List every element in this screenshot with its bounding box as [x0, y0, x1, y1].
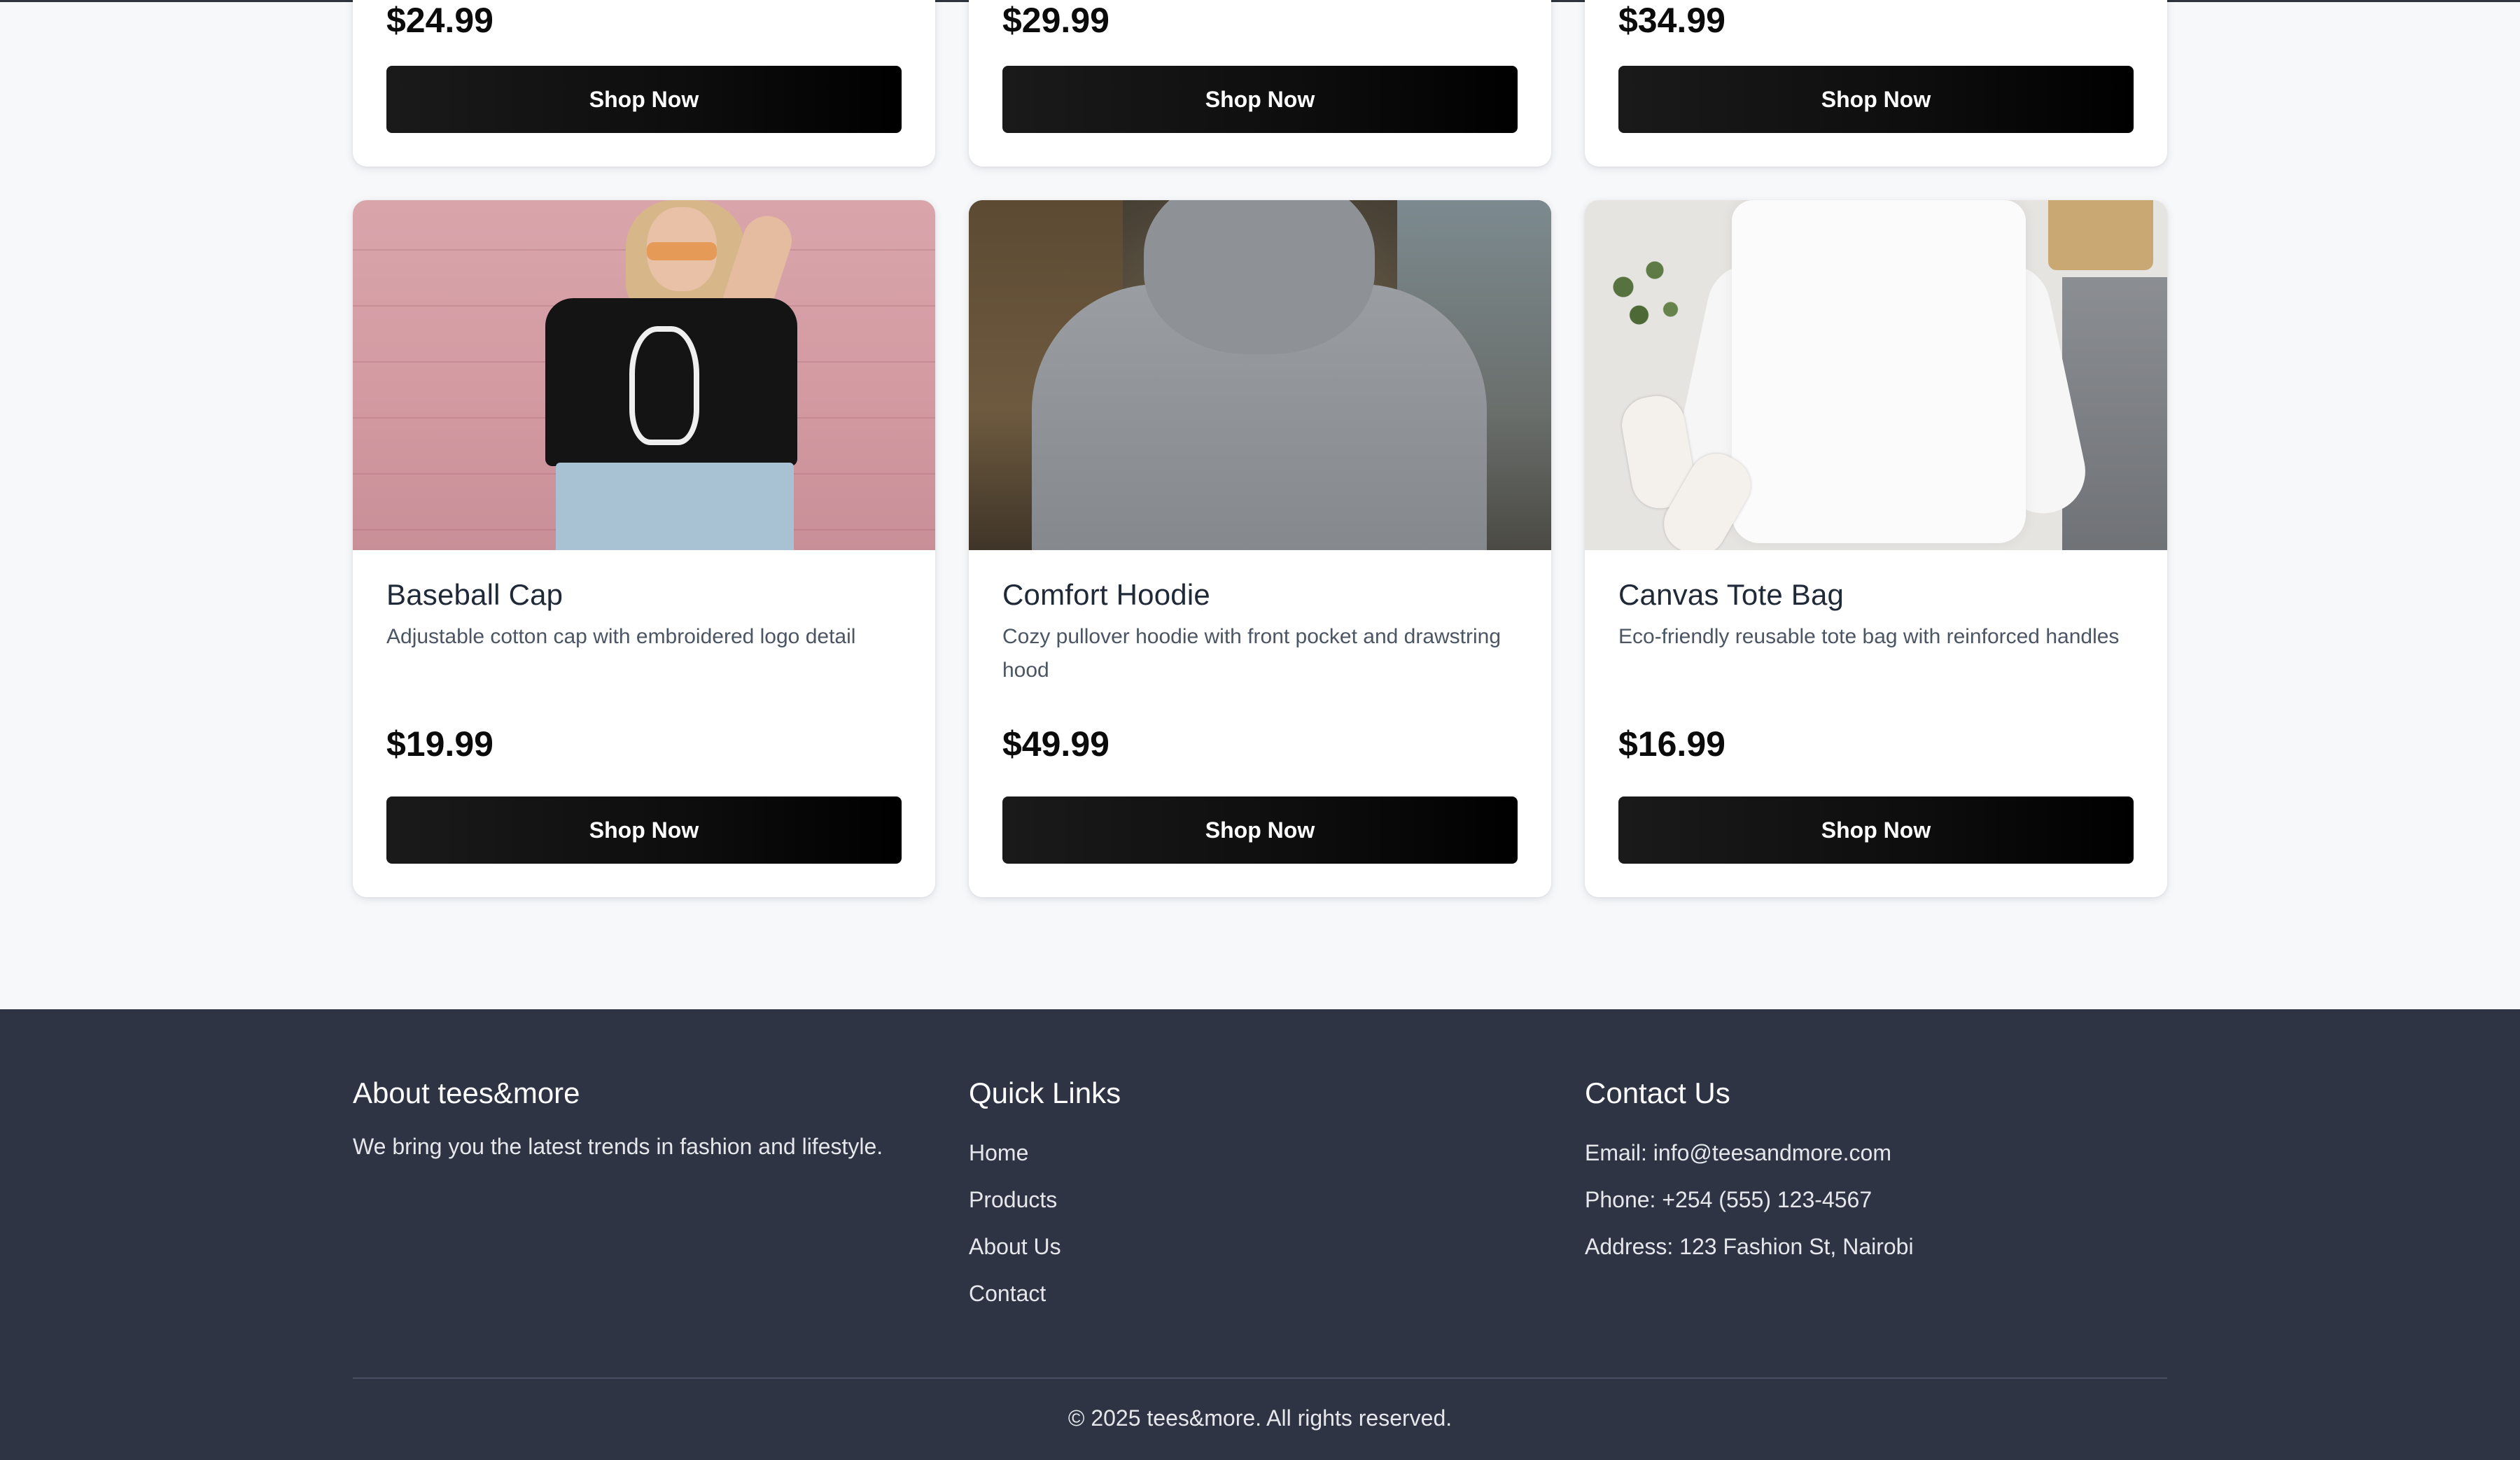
product-card-baseball-cap: Baseball Cap Adjustable cotton cap with … — [353, 200, 935, 897]
product-image[interactable] — [1585, 200, 2167, 550]
product-image[interactable] — [353, 200, 935, 550]
footer-contact-address: Address: 123 Fashion St, Nairobi — [1585, 1234, 1914, 1259]
product-price: $16.99 — [1618, 724, 1726, 764]
product-price: $19.99 — [386, 724, 493, 764]
shop-now-button[interactable]: Shop Now — [1002, 796, 1518, 864]
page: $24.99 Shop Now $29.99 Shop Now $34.99 S… — [0, 0, 2520, 1460]
footer-links-list: Home Products About Us Contact — [969, 1130, 1543, 1317]
product-price: $34.99 — [1618, 1, 1726, 40]
footer-about-heading: About tees&more — [353, 1076, 580, 1109]
product-price: $24.99 — [386, 1, 493, 40]
product-card: $24.99 Shop Now — [353, 0, 935, 167]
footer-link-products[interactable]: Products — [969, 1187, 1057, 1212]
footer-contact-list: Email: info@teesandmore.com Phone: +254 … — [1585, 1130, 2159, 1270]
footer-about-text: We bring you the latest trends in fashio… — [353, 1134, 883, 1159]
site-footer: About tees&more We bring you the latest … — [0, 1009, 2520, 1460]
product-name: Baseball Cap — [386, 578, 564, 611]
footer-link-home[interactable]: Home — [969, 1140, 1028, 1165]
product-card: $29.99 Shop Now — [969, 0, 1551, 167]
product-description: Adjustable cotton cap with embroidered l… — [386, 625, 856, 648]
footer-divider — [353, 1377, 2167, 1379]
footer-contact: Contact Us Email: info@teesandmore.com P… — [1585, 1076, 2159, 1270]
copyright-text: © 2025 tees&more. All rights reserved. — [1068, 1405, 1452, 1431]
product-description: Eco-friendly reusable tote bag with rein… — [1618, 625, 2120, 648]
footer-link-about-us[interactable]: About Us — [969, 1234, 1061, 1259]
product-name: Canvas Tote Bag — [1618, 578, 1844, 611]
footer-contact-heading: Contact Us — [1585, 1076, 1730, 1109]
product-name: Comfort Hoodie — [1002, 578, 1210, 611]
footer-link-contact[interactable]: Contact — [969, 1281, 1046, 1306]
product-card-comfort-hoodie: Comfort Hoodie Cozy pullover hoodie with… — [969, 200, 1551, 897]
product-image[interactable] — [969, 200, 1551, 550]
footer-contact-phone: Phone: +254 (555) 123-4567 — [1585, 1187, 1872, 1212]
footer-about: About tees&more We bring you the latest … — [353, 1076, 927, 1163]
footer-contact-email: Email: info@teesandmore.com — [1585, 1140, 1891, 1165]
product-price: $29.99 — [1002, 1, 1110, 40]
shop-now-button[interactable]: Shop Now — [1618, 66, 2134, 133]
product-description: Cozy pullover hoodie with front pocket a… — [1002, 625, 1502, 682]
shop-now-button[interactable]: Shop Now — [386, 66, 902, 133]
footer-quick-links-heading: Quick Links — [969, 1076, 1121, 1109]
shop-now-button[interactable]: Shop Now — [386, 796, 902, 864]
footer-quick-links: Quick Links Home Products About Us Conta… — [969, 1076, 1543, 1317]
product-price: $49.99 — [1002, 724, 1110, 764]
shop-now-button[interactable]: Shop Now — [1002, 66, 1518, 133]
shop-now-button[interactable]: Shop Now — [1618, 796, 2134, 864]
product-card: $34.99 Shop Now — [1585, 0, 2167, 167]
product-card-canvas-tote-bag: Canvas Tote Bag Eco-friendly reusable to… — [1585, 200, 2167, 897]
